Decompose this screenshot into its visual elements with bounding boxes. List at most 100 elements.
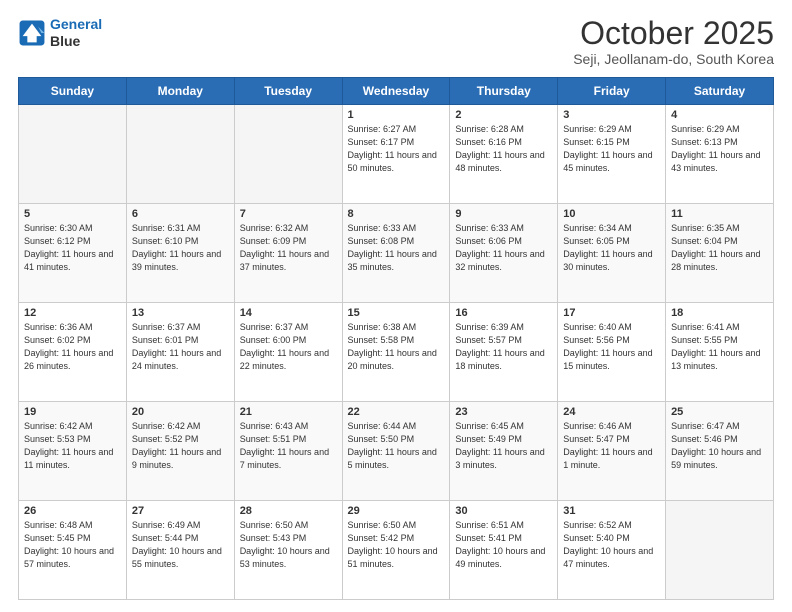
day-info: Sunrise: 6:37 AM Sunset: 6:00 PM Dayligh… bbox=[240, 321, 337, 373]
calendar-body: 1Sunrise: 6:27 AM Sunset: 6:17 PM Daylig… bbox=[19, 105, 774, 600]
day-number: 26 bbox=[24, 505, 121, 517]
day-info: Sunrise: 6:28 AM Sunset: 6:16 PM Dayligh… bbox=[455, 123, 552, 175]
day-info: Sunrise: 6:44 AM Sunset: 5:50 PM Dayligh… bbox=[348, 420, 445, 472]
day-info: Sunrise: 6:36 AM Sunset: 6:02 PM Dayligh… bbox=[24, 321, 121, 373]
day-info: Sunrise: 6:30 AM Sunset: 6:12 PM Dayligh… bbox=[24, 222, 121, 274]
week-row-2: 5Sunrise: 6:30 AM Sunset: 6:12 PM Daylig… bbox=[19, 204, 774, 303]
header: General Blue October 2025 Seji, Jeollana… bbox=[18, 16, 774, 67]
day-number: 2 bbox=[455, 109, 552, 121]
empty-cell bbox=[666, 501, 774, 600]
title-block: October 2025 Seji, Jeollanam-do, South K… bbox=[573, 16, 774, 67]
day-number: 31 bbox=[563, 505, 660, 517]
logo-icon bbox=[18, 19, 46, 47]
day-header-sunday: Sunday bbox=[19, 78, 127, 105]
logo: General Blue bbox=[18, 16, 102, 50]
day-header-wednesday: Wednesday bbox=[342, 78, 450, 105]
day-info: Sunrise: 6:37 AM Sunset: 6:01 PM Dayligh… bbox=[132, 321, 229, 373]
day-cell-10: 10 Sunrise: 6:34 AM Sunset: 6:05 PM Dayli… bbox=[558, 204, 666, 303]
empty-cell bbox=[19, 105, 127, 204]
day-number: 25 bbox=[671, 406, 768, 418]
day-cell-5: 5Sunrise: 6:30 AM Sunset: 6:12 PM Daylig… bbox=[19, 204, 127, 303]
day-number: 15 bbox=[348, 307, 445, 319]
day-cell-23: 23 Sunrise: 6:45 AM Sunset: 5:49 PM Dayli… bbox=[450, 402, 558, 501]
day-header-saturday: Saturday bbox=[666, 78, 774, 105]
day-cell-3: 3Sunrise: 6:29 AM Sunset: 6:15 PM Daylig… bbox=[558, 105, 666, 204]
day-number: 16 bbox=[455, 307, 552, 319]
day-number: 10 bbox=[563, 208, 660, 220]
day-info: Sunrise: 6:33 AM Sunset: 6:06 PM Dayligh… bbox=[455, 222, 552, 274]
logo-line1: General bbox=[50, 16, 102, 32]
day-cell-17: 17Sunrise: 6:40 AM Sunset: 5:56 PM Dayli… bbox=[558, 303, 666, 402]
day-header-thursday: Thursday bbox=[450, 78, 558, 105]
week-row-1: 1Sunrise: 6:27 AM Sunset: 6:17 PM Daylig… bbox=[19, 105, 774, 204]
day-info: Sunrise: 6:33 AM Sunset: 6:08 PM Dayligh… bbox=[348, 222, 445, 274]
day-number: 22 bbox=[348, 406, 445, 418]
empty-cell bbox=[234, 105, 342, 204]
day-cell-9: 9 Sunrise: 6:33 AM Sunset: 6:06 PM Daylig… bbox=[450, 204, 558, 303]
day-number: 14 bbox=[240, 307, 337, 319]
day-header-monday: Monday bbox=[126, 78, 234, 105]
day-info: Sunrise: 6:47 AM Sunset: 5:46 PM Dayligh… bbox=[671, 420, 768, 472]
day-info: Sunrise: 6:41 AM Sunset: 5:55 PM Dayligh… bbox=[671, 321, 768, 373]
empty-cell bbox=[126, 105, 234, 204]
day-info: Sunrise: 6:29 AM Sunset: 6:13 PM Dayligh… bbox=[671, 123, 768, 175]
day-number: 7 bbox=[240, 208, 337, 220]
day-number: 19 bbox=[24, 406, 121, 418]
week-row-5: 26 Sunrise: 6:48 AM Sunset: 5:45 PM Dayli… bbox=[19, 501, 774, 600]
day-number: 6 bbox=[132, 208, 229, 220]
day-number: 18 bbox=[671, 307, 768, 319]
day-info: Sunrise: 6:52 AM Sunset: 5:40 PM Dayligh… bbox=[563, 519, 660, 571]
day-info: Sunrise: 6:45 AM Sunset: 5:49 PM Dayligh… bbox=[455, 420, 552, 472]
week-row-3: 12Sunrise: 6:36 AM Sunset: 6:02 PM Dayli… bbox=[19, 303, 774, 402]
day-cell-20: 20Sunrise: 6:42 AM Sunset: 5:52 PM Dayli… bbox=[126, 402, 234, 501]
day-cell-7: 7 Sunrise: 6:32 AM Sunset: 6:09 PM Daylig… bbox=[234, 204, 342, 303]
day-number: 9 bbox=[455, 208, 552, 220]
day-cell-30: 30 Sunrise: 6:51 AM Sunset: 5:41 PM Dayli… bbox=[450, 501, 558, 600]
day-number: 13 bbox=[132, 307, 229, 319]
day-cell-16: 16 Sunrise: 6:39 AM Sunset: 5:57 PM Dayli… bbox=[450, 303, 558, 402]
day-cell-13: 13 Sunrise: 6:37 AM Sunset: 6:01 PM Dayli… bbox=[126, 303, 234, 402]
day-number: 1 bbox=[348, 109, 445, 121]
location: Seji, Jeollanam-do, South Korea bbox=[573, 51, 774, 67]
day-info: Sunrise: 6:32 AM Sunset: 6:09 PM Dayligh… bbox=[240, 222, 337, 274]
day-info: Sunrise: 6:34 AM Sunset: 6:05 PM Dayligh… bbox=[563, 222, 660, 274]
day-number: 11 bbox=[671, 208, 768, 220]
day-number: 24 bbox=[563, 406, 660, 418]
day-info: Sunrise: 6:50 AM Sunset: 5:42 PM Dayligh… bbox=[348, 519, 445, 571]
day-info: Sunrise: 6:39 AM Sunset: 5:57 PM Dayligh… bbox=[455, 321, 552, 373]
day-cell-25: 25 Sunrise: 6:47 AM Sunset: 5:46 PM Dayli… bbox=[666, 402, 774, 501]
day-info: Sunrise: 6:35 AM Sunset: 6:04 PM Dayligh… bbox=[671, 222, 768, 274]
day-cell-2: 2 Sunrise: 6:28 AM Sunset: 6:16 PM Daylig… bbox=[450, 105, 558, 204]
day-number: 23 bbox=[455, 406, 552, 418]
logo-line2: Blue bbox=[50, 33, 102, 50]
day-header-friday: Friday bbox=[558, 78, 666, 105]
day-info: Sunrise: 6:48 AM Sunset: 5:45 PM Dayligh… bbox=[24, 519, 121, 571]
day-cell-26: 26 Sunrise: 6:48 AM Sunset: 5:45 PM Dayli… bbox=[19, 501, 127, 600]
day-cell-24: 24Sunrise: 6:46 AM Sunset: 5:47 PM Dayli… bbox=[558, 402, 666, 501]
day-info: Sunrise: 6:43 AM Sunset: 5:51 PM Dayligh… bbox=[240, 420, 337, 472]
day-cell-31: 31 Sunrise: 6:52 AM Sunset: 5:40 PM Dayli… bbox=[558, 501, 666, 600]
day-number: 21 bbox=[240, 406, 337, 418]
day-cell-15: 15 Sunrise: 6:38 AM Sunset: 5:58 PM Dayli… bbox=[342, 303, 450, 402]
calendar-header-row: SundayMondayTuesdayWednesdayThursdayFrid… bbox=[19, 78, 774, 105]
day-number: 4 bbox=[671, 109, 768, 121]
calendar-table: SundayMondayTuesdayWednesdayThursdayFrid… bbox=[18, 77, 774, 600]
day-number: 3 bbox=[563, 109, 660, 121]
day-cell-27: 27Sunrise: 6:49 AM Sunset: 5:44 PM Dayli… bbox=[126, 501, 234, 600]
day-cell-22: 22 Sunrise: 6:44 AM Sunset: 5:50 PM Dayli… bbox=[342, 402, 450, 501]
day-info: Sunrise: 6:38 AM Sunset: 5:58 PM Dayligh… bbox=[348, 321, 445, 373]
day-cell-8: 8Sunrise: 6:33 AM Sunset: 6:08 PM Daylig… bbox=[342, 204, 450, 303]
day-cell-19: 19 Sunrise: 6:42 AM Sunset: 5:53 PM Dayli… bbox=[19, 402, 127, 501]
month-title: October 2025 bbox=[573, 16, 774, 51]
week-row-4: 19 Sunrise: 6:42 AM Sunset: 5:53 PM Dayli… bbox=[19, 402, 774, 501]
day-cell-14: 14 Sunrise: 6:37 AM Sunset: 6:00 PM Dayli… bbox=[234, 303, 342, 402]
day-cell-21: 21 Sunrise: 6:43 AM Sunset: 5:51 PM Dayli… bbox=[234, 402, 342, 501]
day-number: 27 bbox=[132, 505, 229, 517]
day-info: Sunrise: 6:51 AM Sunset: 5:41 PM Dayligh… bbox=[455, 519, 552, 571]
day-number: 30 bbox=[455, 505, 552, 517]
day-number: 28 bbox=[240, 505, 337, 517]
day-cell-29: 29Sunrise: 6:50 AM Sunset: 5:42 PM Dayli… bbox=[342, 501, 450, 600]
day-info: Sunrise: 6:42 AM Sunset: 5:53 PM Dayligh… bbox=[24, 420, 121, 472]
day-number: 20 bbox=[132, 406, 229, 418]
day-number: 17 bbox=[563, 307, 660, 319]
